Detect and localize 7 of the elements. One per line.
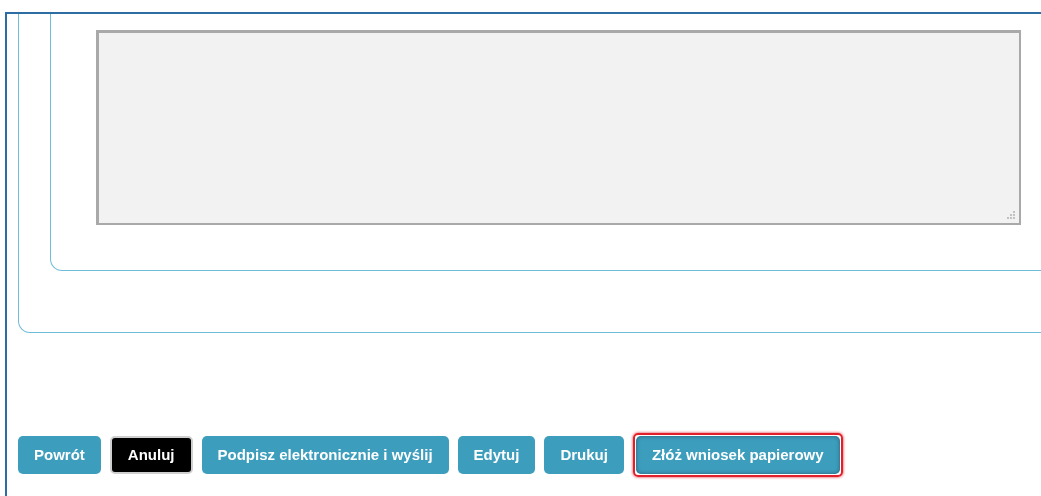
action-button[interactable]: Powrót xyxy=(18,436,101,474)
resize-grip-icon[interactable] xyxy=(1007,211,1015,219)
action-button[interactable]: Drukuj xyxy=(544,436,624,474)
cancel-button[interactable]: Anuluj xyxy=(109,436,193,474)
action-button[interactable]: Edytuj xyxy=(457,436,536,474)
action-button[interactable]: Podpisz elektronicznie i wyślij xyxy=(201,436,449,474)
action-button[interactable]: Złóż wniosek papierowy xyxy=(635,436,840,474)
